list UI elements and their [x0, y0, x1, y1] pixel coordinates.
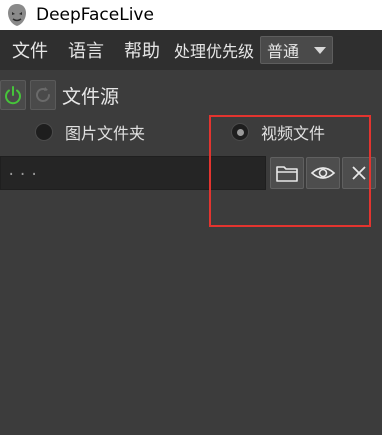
menu-help[interactable]: 帮助 [114, 37, 170, 63]
power-button[interactable] [0, 80, 26, 110]
source-title: 文件源 [62, 85, 120, 108]
reload-button[interactable] [30, 80, 56, 110]
priority-label: 处理优先级 [174, 42, 255, 61]
power-icon [5, 86, 21, 105]
priority-select[interactable]: 普通 [260, 36, 334, 64]
source-header: 文件源 [0, 80, 119, 110]
radio-indicator [35, 123, 53, 141]
priority-value: 普通 [267, 42, 300, 61]
title-bar: DeepFaceLive [0, 0, 382, 30]
window-title: DeepFaceLive [36, 5, 154, 25]
chevron-down-icon [314, 46, 327, 54]
menu-language[interactable]: 语言 [58, 37, 114, 63]
menu-file[interactable]: 文件 [0, 37, 58, 63]
reload-icon [36, 87, 50, 102]
app-logo-icon [4, 2, 30, 28]
menu-bar: 文件 语言 帮助 处理优先级 普通 [0, 30, 382, 70]
radio-label-image-folder: 图片文件夹 [65, 124, 146, 143]
radio-image-folder[interactable]: 图片文件夹 [35, 120, 145, 144]
highlight-box [209, 115, 371, 227]
